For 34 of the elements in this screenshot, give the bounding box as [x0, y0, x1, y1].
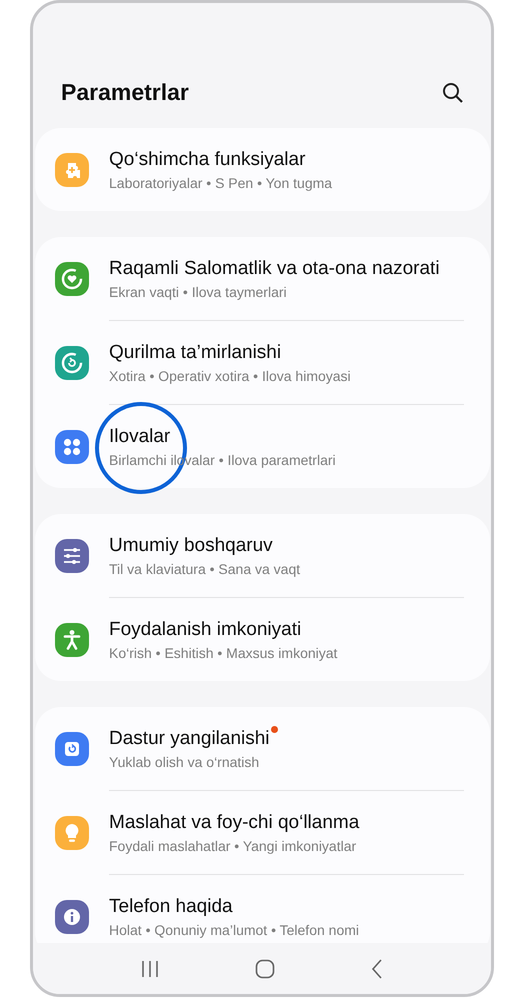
search-button[interactable] [441, 81, 465, 105]
home-icon [254, 958, 275, 978]
item-title: Foydalanish imkoniyati [109, 618, 302, 640]
item-title: Umumiy boshqaruv [109, 534, 273, 556]
item-title: Raqamli Salomatlik va ota-ona nazorati [109, 258, 440, 280]
settings-item[interactable]: Telefon haqida Holat • Qonuniy ma’lumot • Telefon nomi [35, 875, 490, 943]
search-icon [441, 81, 465, 105]
back-icon [370, 958, 384, 978]
item-title: Dastur yangilanishi [109, 728, 270, 750]
item-title: Qo‘shimcha funksiyalar [109, 148, 306, 170]
settings-item[interactable]: Dastur yangilanishi Yuklab olish va o‘rnatish [35, 707, 490, 790]
home-button[interactable] [254, 958, 275, 978]
item-title: Telefon haqida [109, 896, 233, 918]
settings-item[interactable]: Qo‘shimcha funksiyalar Laboratoriyalar • S Pen • Yon tugma [35, 128, 490, 211]
recents-icon [140, 958, 160, 978]
settings-item[interactable]: Raqamli Salomatlik va ota-ona nazorati Ekran vaqti • Ilova taymerlari [35, 237, 490, 320]
item-title: Ilovalar [109, 426, 170, 448]
settings-item[interactable]: Umumiy boshqaruv Til va klaviatura • Sana va vaqt [35, 514, 490, 597]
recents-button[interactable] [140, 958, 160, 978]
item-title: Maslahat va foy-chi qo‘llanma [109, 812, 360, 834]
item-subtitle: Xotira • Operativ xotira • Ilova himoyasi [109, 368, 351, 384]
item-subtitle: Yuklab olish va o‘rnatish [109, 754, 260, 770]
settings-item[interactable]: Qurilma ta’mirlanishi Xotira • Operativ xotira • Ilova himoyasi [35, 321, 490, 404]
back-button[interactable] [370, 958, 384, 978]
item-subtitle: Ekran vaqti • Ilova taymerlari [109, 284, 288, 300]
item-subtitle: Laboratoriyalar • S Pen • Yon tugma [109, 174, 332, 190]
settings-item[interactable]: Foydalanish imkoniyati Ko‘rish • Eshitish • Maxsus imkoniyat [35, 598, 490, 681]
item-subtitle: Holat • Qonuniy ma’lumot • Telefon nomi [109, 922, 359, 938]
item-subtitle: Til va klaviatura • Sana va vaqt [109, 560, 300, 576]
settings-item[interactable]: Maslahat va foy-chi qo‘llanma Foydali maslahatlar • Yangi imkoniyatlar [35, 791, 490, 874]
page-title: Parametrlar [61, 79, 189, 106]
item-subtitle: Ko‘rish • Eshitish • Maxsus imkoniyat [109, 644, 338, 660]
item-subtitle: Foydali maslahatlar • Yangi imkoniyatlar [109, 838, 358, 854]
item-title: Qurilma ta’mirlanishi [109, 342, 282, 364]
